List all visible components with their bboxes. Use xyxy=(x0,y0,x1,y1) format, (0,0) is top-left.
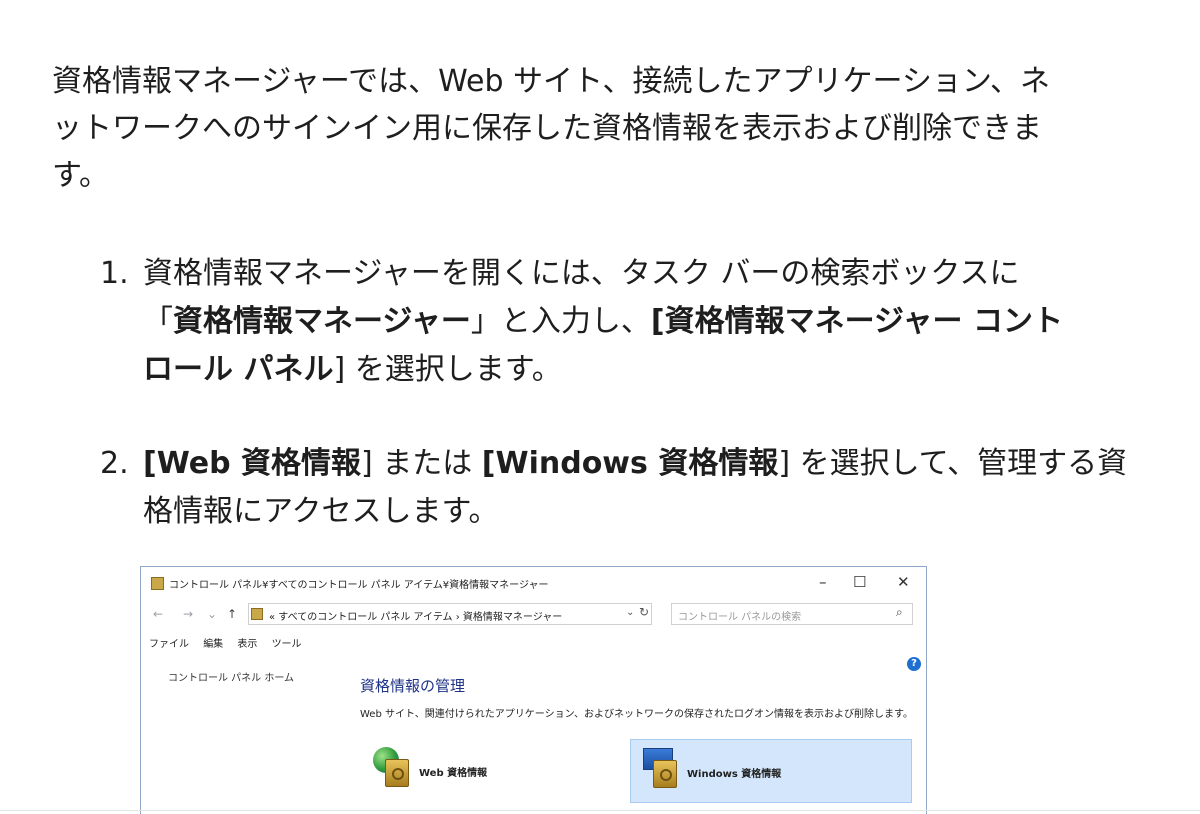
step-1-text-b: 」と入力し、 xyxy=(470,304,651,339)
page-title: 資格情報の管理 xyxy=(360,677,466,695)
windows-credentials-tile[interactable]: Windows 資格情報 xyxy=(630,739,912,803)
window-title: コントロール パネル¥すべてのコントロール パネル アイテム¥資格情報マネージャ… xyxy=(169,580,549,591)
window-title-bar: コントロール パネル¥すべてのコントロール パネル アイテム¥資格情報マネージャ… xyxy=(141,567,926,599)
intro-line-2: ットワークへのサインイン用に保存した資格情報を表示および削除できま xyxy=(52,111,1042,146)
intro-line-3: す。 xyxy=(52,158,109,193)
step-number: 2. xyxy=(100,446,129,481)
forward-arrow-icon[interactable]: → xyxy=(183,607,193,621)
intro-paragraph: 資格情報マネージャーでは、Web サイト、接続したアプリケーション、ネ ットワー… xyxy=(52,58,1152,199)
menu-file[interactable]: ファイル xyxy=(149,639,189,650)
step-2: 2. [Web 資格情報] または [Windows 資格情報] を選択して、管… xyxy=(100,440,1150,536)
step-2-bold-web: [Web 資格情報 xyxy=(143,446,361,481)
recent-locations-icon[interactable]: ⌄ xyxy=(207,607,217,621)
step-2-text-b: ] を選択して、管理する資 xyxy=(778,446,1128,481)
step-2-text-a: ] または xyxy=(361,446,482,481)
step-2-bold-windows: [Windows 資格情報 xyxy=(481,446,779,481)
refresh-icon[interactable]: ↻ xyxy=(639,605,649,619)
step-1-text-c: ] を選択します。 xyxy=(333,352,562,387)
step-text: [Web 資格情報] または [Windows 資格情報] を選択して、管理する… xyxy=(143,440,1150,536)
step-number: 1. xyxy=(100,256,129,291)
address-dropdown-icon[interactable]: ⌄ xyxy=(626,607,634,618)
breadcrumb[interactable]: « すべてのコントロール パネル アイテム › 資格情報マネージャー xyxy=(269,608,562,623)
back-arrow-icon[interactable]: ← xyxy=(153,607,163,621)
web-credentials-label: Web 資格情報 xyxy=(419,768,488,779)
vault-icon xyxy=(653,760,677,788)
step-2-text-c: 格情報にアクセスします。 xyxy=(143,494,499,529)
search-icon[interactable]: ⌕ xyxy=(896,605,903,620)
maximize-button[interactable]: ☐ xyxy=(853,573,866,591)
address-bar-row: ← → ⌄ ↑ « すべてのコントロール パネル アイテム › 資格情報マネージ… xyxy=(141,601,926,629)
vault-icon xyxy=(385,759,409,787)
divider xyxy=(0,810,1200,811)
step-1-bold-term: 資格情報マネージャー xyxy=(173,304,471,339)
step-1-bold-option-a: [資格情報マネージャー コント xyxy=(650,304,1063,339)
menu-bar: ファイル 編集 表示 ツール xyxy=(149,635,313,650)
credential-manager-window-screenshot: コントロール パネル¥すべてのコントロール パネル アイテム¥資格情報マネージャ… xyxy=(140,566,927,814)
step-1-bold-option-b: ロール パネル xyxy=(143,352,334,387)
minimize-button[interactable]: – xyxy=(819,573,827,591)
menu-view[interactable]: 表示 xyxy=(237,639,257,650)
close-button[interactable]: ✕ xyxy=(897,573,910,591)
windows-credentials-label: Windows 資格情報 xyxy=(687,769,782,780)
step-1: 1. 資格情報マネージャーを開くには、タスク バーの検索ボックスに 「資格情報マ… xyxy=(100,250,1150,394)
step-1-quote-open: 「 xyxy=(143,304,173,339)
step-1-text-a: 資格情報マネージャーを開くには、タスク バーの検索ボックスに xyxy=(143,256,1020,291)
control-panel-home-link[interactable]: コントロール パネル ホーム xyxy=(168,669,294,684)
up-arrow-icon[interactable]: ↑ xyxy=(227,607,237,621)
menu-tools[interactable]: ツール xyxy=(272,639,302,650)
page-description: Web サイト、関連付けられたアプリケーション、およびネットワークの保存されたロ… xyxy=(360,709,913,720)
control-panel-icon xyxy=(151,577,164,590)
intro-line-1: 資格情報マネージャーでは、Web サイト、接続したアプリケーション、ネ xyxy=(52,64,1051,99)
menu-edit[interactable]: 編集 xyxy=(203,639,223,650)
help-icon[interactable]: ? xyxy=(907,657,921,671)
folder-icon xyxy=(251,608,263,620)
web-credentials-tile[interactable]: Web 資格情報 xyxy=(363,739,613,801)
search-placeholder: コントロール パネルの検索 xyxy=(678,612,802,623)
step-text: 資格情報マネージャーを開くには、タスク バーの検索ボックスに 「資格情報マネージ… xyxy=(143,250,1150,394)
